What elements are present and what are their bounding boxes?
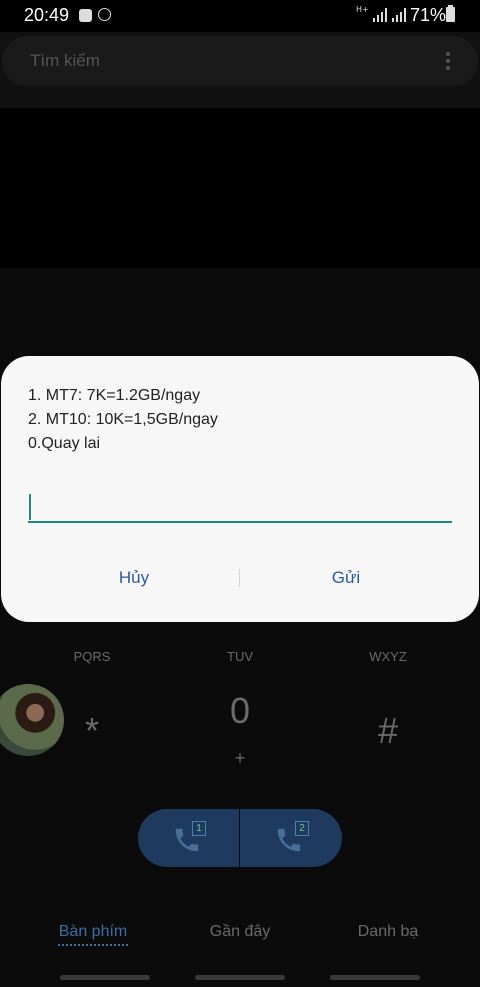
send-button[interactable]: Gửi (286, 568, 406, 588)
ussd-message-line: 2. MT10: 10K=1,5GB/ngay (28, 411, 218, 428)
search-input[interactable]: Tìm kiếm (30, 51, 100, 71)
key-8-letters: TUV (227, 649, 253, 664)
sim1-badge: 1 (192, 821, 206, 836)
battery-icon (446, 5, 455, 22)
tab-keypad[interactable]: Bàn phím (58, 923, 128, 941)
tab-contacts[interactable]: Danh bạ (348, 923, 428, 941)
tab-keypad-indicator (58, 944, 128, 946)
key-9-letters: WXYZ (369, 649, 407, 664)
network-type-indicator: H+ (356, 5, 369, 14)
call-sim2-button[interactable]: 2 (240, 809, 342, 867)
cancel-button[interactable]: Hủy (74, 568, 194, 588)
battery-percent: 71% (410, 5, 447, 25)
search-bar[interactable]: Tìm kiếm (2, 36, 478, 86)
key-0-plus: + (234, 748, 246, 768)
dialog-button-divider (239, 569, 240, 587)
nav-gesture-bar (60, 975, 150, 980)
signal-icon (392, 8, 406, 22)
ussd-message-line: 0.Quay lai (28, 435, 101, 452)
tab-recents[interactable]: Gần đây (200, 923, 280, 941)
signal-icon (373, 8, 387, 22)
sim2-badge: 2 (295, 821, 309, 836)
text-cursor (29, 494, 31, 520)
status-bar: 20:49 H+ 71% (0, 0, 480, 32)
notification-icon (79, 9, 92, 22)
ussd-reply-input[interactable] (28, 521, 452, 523)
call-sim1-button[interactable]: 1 (138, 809, 240, 867)
status-time: 20:49 (24, 5, 70, 25)
key-0[interactable]: 0 (180, 690, 300, 732)
nav-gesture-bar (195, 975, 285, 980)
key-hash[interactable]: # (328, 710, 448, 752)
more-options-icon[interactable] (446, 52, 450, 70)
nav-gesture-bar (330, 975, 420, 980)
ussd-message-line: 1. MT7: 7K=1.2GB/ngay (28, 387, 201, 404)
messenger-icon (98, 8, 111, 21)
key-7-letters: PQRS (73, 649, 111, 664)
